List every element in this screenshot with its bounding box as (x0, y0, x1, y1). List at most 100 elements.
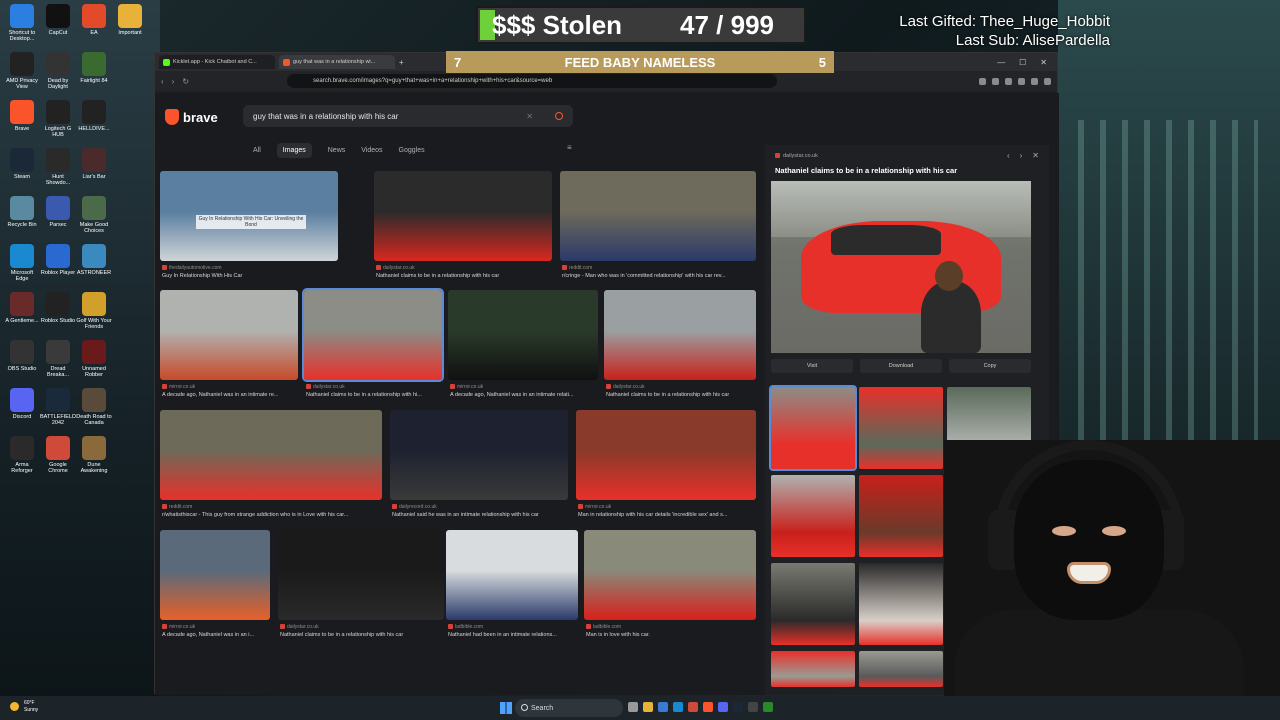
related-image[interactable] (859, 651, 943, 687)
result-source[interactable]: dailyrecord.co.uk (392, 504, 437, 510)
result-source[interactable]: reddit.com (162, 504, 192, 510)
tab-news[interactable]: News (328, 147, 346, 154)
panel-main-image[interactable] (771, 181, 1031, 353)
task-view-icon[interactable] (628, 702, 638, 712)
tab-kicklet[interactable]: Kicklet.app - Kick Chatbot and C... (159, 55, 275, 69)
desktop-icon[interactable]: Liar's Bar (76, 148, 112, 188)
result-caption[interactable]: A decade ago, Nathaniel was in an i... (162, 632, 270, 638)
close-icon[interactable]: ✕ (1040, 58, 1047, 67)
result-caption[interactable]: Nathaniel claims to be in a relationship… (280, 632, 444, 638)
tab-all[interactable]: All (253, 147, 261, 154)
desktop-icon[interactable]: Steam (4, 148, 40, 188)
filter-icon[interactable]: ≡ (567, 143, 572, 152)
related-image[interactable] (859, 563, 943, 645)
result-caption[interactable]: Nathaniel claims to be in a relationship… (606, 392, 756, 398)
desktop-icon[interactable]: Fairlight 84 (76, 52, 112, 92)
desktop-icon[interactable]: Dread Breaka... (40, 340, 76, 380)
image-result[interactable] (374, 171, 552, 261)
result-source[interactable]: dailystar.co.uk (280, 624, 319, 630)
image-result[interactable] (278, 530, 444, 620)
result-source[interactable]: dailystar.co.uk (376, 265, 415, 271)
result-source[interactable]: mirror.co.uk (450, 384, 483, 390)
image-result[interactable] (446, 530, 578, 620)
desktop-icon[interactable]: Unnamed Robber (76, 340, 112, 380)
desktop-icon[interactable]: EA (76, 4, 112, 44)
image-result[interactable] (448, 290, 598, 380)
reload-icon[interactable]: ↻ (182, 77, 189, 86)
desktop-icon[interactable]: Logitech G HUB (40, 100, 76, 140)
desktop-icon[interactable]: Dead by Daylight (40, 52, 76, 92)
extension-icon[interactable] (1031, 77, 1038, 85)
minimize-icon[interactable]: — (997, 58, 1005, 67)
visit-button[interactable]: Visit (771, 359, 853, 373)
result-caption[interactable]: Nathaniel claims to be in a relationship… (376, 273, 552, 279)
result-caption[interactable]: Nathaniel claims to be in a relationship… (306, 392, 442, 398)
chrome-icon[interactable] (688, 702, 698, 712)
image-result[interactable] (390, 410, 568, 500)
desktop-icon[interactable]: Discord (4, 388, 40, 428)
copy-button[interactable]: Copy (949, 359, 1031, 373)
close-panel-icon[interactable]: ✕ (1032, 151, 1039, 160)
related-image[interactable] (771, 651, 855, 687)
result-source[interactable]: thedailyautomotive.com (162, 265, 222, 271)
desktop-icon[interactable]: Important (112, 4, 148, 44)
result-source[interactable]: mirror.co.uk (162, 384, 195, 390)
next-icon[interactable]: › (1020, 151, 1023, 160)
related-image[interactable] (771, 475, 855, 557)
search-icon[interactable] (555, 112, 563, 120)
result-caption[interactable]: A decade ago, Nathaniel was in an intima… (162, 392, 298, 398)
desktop-icon[interactable]: Arma Reforger (4, 436, 40, 476)
desktop-icon[interactable]: Hunt Showdo... (40, 148, 76, 188)
image-result[interactable]: Guy In Relationship With His Car: Unveil… (160, 171, 338, 261)
desktop-icon[interactable]: Microsoft Edge (4, 244, 40, 284)
desktop-icon[interactable]: Parsec (40, 196, 76, 236)
result-caption[interactable]: Nathaniel had been in an intimate relati… (448, 632, 578, 638)
clear-icon[interactable]: ✕ (526, 112, 533, 121)
result-source[interactable]: ladbible.com (586, 624, 621, 630)
tab-brave-search[interactable]: guy that was in a relationship wi... (279, 55, 395, 69)
tab-images[interactable]: Images (276, 143, 312, 158)
steam-icon[interactable] (733, 702, 743, 712)
panel-source[interactable]: dailystar.co.uk (775, 153, 818, 159)
related-image[interactable] (859, 387, 943, 469)
result-caption[interactable]: r/whatisthiscar - This guy from strange … (162, 512, 382, 518)
image-result[interactable] (576, 410, 756, 500)
image-result[interactable] (160, 290, 298, 380)
desktop-icon[interactable]: Roblox Player (40, 244, 76, 284)
search-input[interactable]: guy that was in a relationship with his … (243, 105, 573, 127)
menu-icon[interactable] (1044, 77, 1051, 85)
desktop-icon[interactable]: AMD Privacy View (4, 52, 40, 92)
download-button[interactable]: Download (860, 359, 942, 373)
weather-widget[interactable]: 60°F Sunny (10, 700, 38, 714)
store-icon[interactable] (658, 702, 668, 712)
obs-icon[interactable] (748, 702, 758, 712)
xbox-icon[interactable] (763, 702, 773, 712)
discord-icon[interactable] (718, 702, 728, 712)
result-source[interactable]: dailystar.co.uk (306, 384, 345, 390)
result-source[interactable]: mirror.co.uk (578, 504, 611, 510)
prev-icon[interactable]: ‹ (1007, 151, 1010, 160)
related-image[interactable] (769, 385, 857, 471)
maximize-icon[interactable]: ☐ (1019, 58, 1026, 67)
desktop-icon[interactable]: ASTRONEER (76, 244, 112, 284)
extension-icon[interactable] (1005, 77, 1012, 85)
result-source[interactable]: dailystar.co.uk (606, 384, 645, 390)
desktop-icon[interactable]: Golf With Your Friends (76, 292, 112, 332)
desktop-icon[interactable]: CapCut (40, 4, 76, 44)
result-caption[interactable]: Man in relationship with his car details… (578, 512, 756, 518)
desktop-icon[interactable]: Shortcut to Desktop... (4, 4, 40, 44)
desktop-icon[interactable]: Dune Awakening (76, 436, 112, 476)
result-source[interactable]: reddit.com (562, 265, 592, 271)
related-image[interactable] (771, 563, 855, 645)
extension-icon[interactable] (979, 77, 986, 85)
image-result[interactable] (160, 530, 270, 620)
image-result[interactable] (160, 410, 382, 500)
desktop-icon[interactable]: Make Good Choices (76, 196, 112, 236)
desktop-icon[interactable]: BATTLEFIELD 2042 (40, 388, 76, 428)
desktop-icon[interactable]: HELLDIVE... (76, 100, 112, 140)
result-caption[interactable]: Guy In Relationship With His Car (162, 273, 338, 279)
url-field[interactable]: search.brave.com/images?q=guy+that+was+i… (287, 74, 778, 88)
image-result[interactable] (302, 288, 444, 382)
desktop-icon[interactable]: Google Chrome (40, 436, 76, 476)
brave-icon[interactable] (703, 702, 713, 712)
